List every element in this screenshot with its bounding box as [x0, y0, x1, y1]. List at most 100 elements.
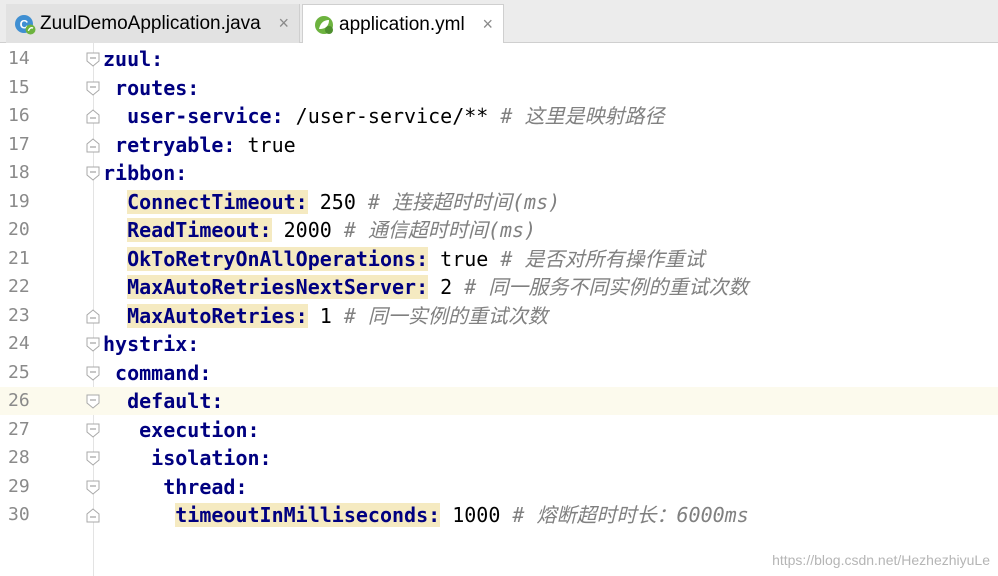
yaml-comment: # 连接超时时间(ms): [355, 189, 561, 214]
code-line[interactable]: 19 ConnectTimeout: 250 # 连接超时时间(ms): [0, 188, 998, 216]
yaml-colon: :: [211, 389, 224, 413]
yaml-key-name: thread: [163, 474, 236, 499]
yaml-colon: :: [295, 189, 308, 214]
code-text: ReadTimeout: 2000 # 通信超时时间(ms): [103, 216, 536, 244]
fold-start-icon[interactable]: [86, 366, 100, 381]
line-number: 27: [8, 418, 30, 440]
fold-end-icon[interactable]: [86, 137, 100, 153]
yaml-colon: :: [175, 161, 188, 185]
code-line[interactable]: 26 default:: [0, 387, 998, 415]
line-number: 14: [8, 48, 30, 69]
fold-start-icon[interactable]: [86, 394, 100, 409]
fold-start-icon[interactable]: [86, 337, 100, 352]
code-line[interactable]: 29 thread:: [0, 473, 998, 501]
line-number: 25: [8, 361, 30, 383]
yaml-key-name: MaxAutoRetriesNextServer: [127, 275, 417, 299]
yaml-key: isolation:: [151, 446, 271, 470]
yaml-colon: :: [295, 303, 308, 328]
yaml-colon: :: [416, 246, 429, 271]
fold-start-icon[interactable]: [86, 451, 100, 466]
code-line[interactable]: 15 routes:: [0, 74, 998, 102]
close-icon[interactable]: ×: [278, 13, 289, 34]
code-text: command:: [103, 359, 211, 387]
editor-tab-bar: C ZuulDemoApplication.java × application…: [0, 0, 998, 44]
code-text: hystrix:: [103, 330, 199, 358]
yaml-key-name: timeoutInMilliseconds: [175, 503, 429, 527]
yaml-colon: :: [259, 218, 272, 242]
line-number: 15: [8, 76, 30, 98]
tab-zuul-demo-application[interactable]: C ZuulDemoApplication.java ×: [6, 4, 300, 43]
yaml-key: hystrix:: [103, 332, 199, 356]
code-text: routes:: [103, 74, 199, 102]
watermark: https://blog.csdn.net/HezhezhiyuLe: [772, 552, 990, 568]
code-text: MaxAutoRetries: 1 # 同一实例的重试次数: [103, 302, 548, 330]
yaml-value: /user-service/**: [283, 104, 489, 128]
yaml-colon: :: [187, 332, 200, 356]
code-line[interactable]: 22 MaxAutoRetriesNextServer: 2 # 同一服务不同实…: [0, 273, 998, 301]
code-line[interactable]: 14 zuul:: [0, 45, 998, 73]
fold-start-icon[interactable]: [86, 52, 100, 67]
yaml-colon: :: [416, 275, 429, 299]
line-number: 19: [8, 190, 30, 212]
close-icon[interactable]: ×: [482, 14, 493, 35]
code-line[interactable]: 17 retryable: true: [0, 131, 998, 159]
code-line[interactable]: 20 ReadTimeout: 2000 # 通信超时时间(ms): [0, 216, 998, 244]
yaml-key-name: ReadTimeout: [127, 218, 260, 242]
code-editor[interactable]: 14 zuul: 15 routes: 16 user-service: /user-…: [0, 43, 998, 576]
yaml-value: 2: [428, 275, 453, 299]
yaml-key-name: ribbon: [103, 161, 176, 185]
yaml-comment: # 这里是映射路径: [488, 104, 665, 128]
yaml-key-name: isolation: [151, 446, 260, 470]
code-text: isolation:: [103, 444, 271, 472]
yaml-key-name: default: [127, 389, 212, 413]
code-text: default:: [103, 387, 223, 415]
tab-label: application.yml: [339, 13, 465, 35]
code-text: user-service: /user-service/** # 这里是映射路径: [103, 102, 664, 130]
fold-start-icon[interactable]: [86, 166, 100, 181]
yaml-key: retryable:: [115, 133, 235, 157]
code-text: thread:: [103, 473, 248, 501]
code-line[interactable]: 27 execution:: [0, 416, 998, 444]
fold-start-icon[interactable]: [86, 81, 100, 96]
fold-start-icon[interactable]: [86, 480, 100, 495]
yaml-colon: :: [247, 417, 260, 442]
yaml-key: execution:: [139, 418, 259, 442]
yaml-key-name: retryable: [115, 132, 224, 157]
yaml-colon: :: [259, 446, 272, 470]
fold-end-icon[interactable]: [86, 109, 100, 124]
code-line[interactable]: 30 timeoutInMilliseconds: 1000 # 熔断超时时长：…: [0, 501, 998, 529]
code-line[interactable]: 25 command:: [0, 359, 998, 387]
code-line[interactable]: 24 hystrix:: [0, 330, 998, 358]
code-text: retryable: true: [103, 131, 296, 159]
line-number: 20: [8, 219, 30, 240]
yaml-comment: # 同一实例的重试次数: [331, 303, 548, 328]
spring-yml-leaf-icon: [315, 15, 333, 34]
yaml-key: OkToRetryOnAllOperations:: [127, 246, 429, 271]
yaml-value: 2000: [271, 218, 332, 242]
line-number: 30: [8, 504, 30, 525]
yaml-key: timeoutInMilliseconds:: [175, 503, 441, 527]
yaml-colon: :: [223, 132, 236, 157]
yaml-key-name: execution: [139, 417, 248, 442]
tab-application-yml[interactable]: application.yml ×: [302, 4, 504, 44]
code-line[interactable]: 28 isolation:: [0, 444, 998, 472]
yaml-colon: :: [428, 503, 441, 527]
code-line[interactable]: 23 MaxAutoRetries: 1 # 同一实例的重试次数: [0, 302, 998, 330]
code-line[interactable]: 16 user-service: /user-service/** # 这里是映…: [0, 102, 998, 130]
yaml-comment: # 是否对所有操作重试: [488, 246, 705, 271]
fold-start-icon[interactable]: [86, 423, 100, 438]
fold-end-icon[interactable]: [86, 508, 100, 523]
yaml-key-name: hystrix: [103, 332, 188, 356]
fold-end-icon[interactable]: [86, 308, 100, 324]
code-line[interactable]: 18 ribbon:: [0, 159, 998, 187]
yaml-colon: :: [235, 474, 248, 499]
yaml-key-name: user-service: [127, 104, 272, 128]
line-number: 29: [8, 475, 30, 497]
code-line[interactable]: 21 OkToRetryOnAllOperations: true # 是否对所…: [0, 245, 998, 273]
